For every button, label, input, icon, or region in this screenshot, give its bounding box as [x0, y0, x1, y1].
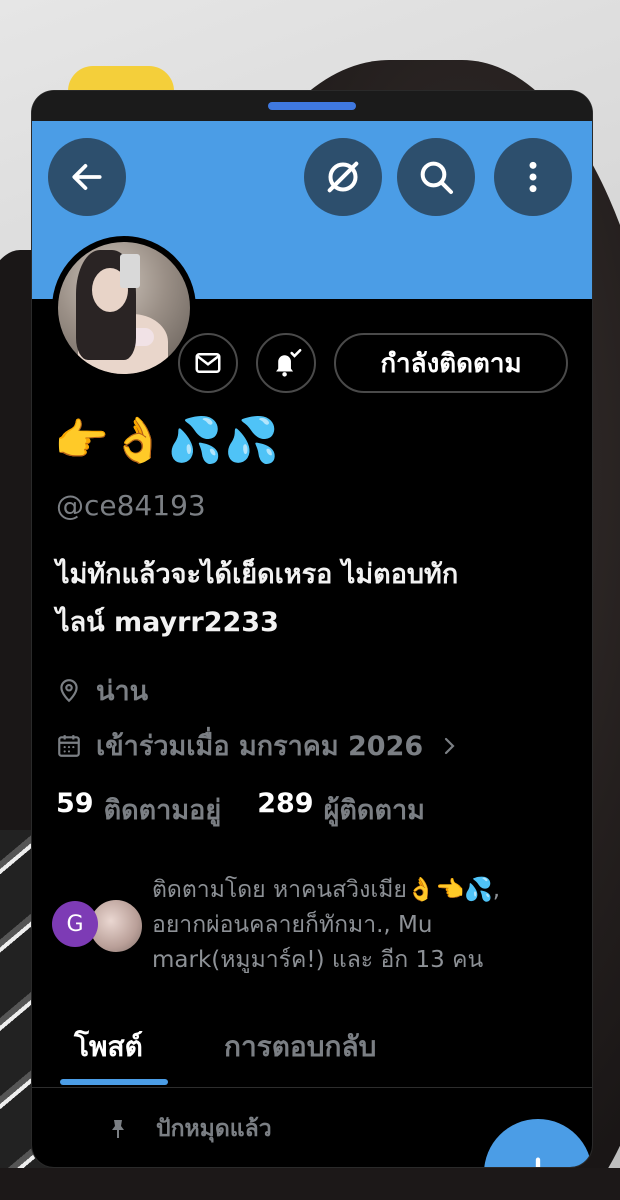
profile-avatar[interactable]	[52, 236, 196, 380]
followers-label: ผู้ติดตาม	[323, 795, 425, 826]
followers-link[interactable]: 289 ผู้ติดตาม	[257, 788, 425, 831]
search-button[interactable]	[397, 138, 475, 216]
tab-posts[interactable]: โพสต์	[74, 1025, 143, 1069]
joined-row[interactable]: เข้าร่วมเมื่อ มกราคม 2026	[56, 724, 475, 767]
pin-icon	[112, 1120, 124, 1138]
bell-check-icon	[276, 348, 302, 377]
follow-counts: 59 ติดตามอยู่ 289 ผู้ติดตาม	[56, 788, 461, 831]
followed-by-text: ติดตามโดย หาคนสวิงเมีย👌👈💦, อยากผ่อนคลายก…	[152, 873, 562, 978]
plus-icon	[535, 1157, 541, 1167]
no-view-icon	[327, 161, 359, 193]
calendar-icon	[58, 734, 80, 757]
username: @ce84193	[56, 489, 206, 522]
back-button[interactable]	[48, 138, 126, 216]
avatar-photo	[58, 242, 190, 374]
location-icon	[60, 678, 78, 702]
compose-button[interactable]	[484, 1119, 592, 1167]
following-count: 59	[56, 788, 94, 819]
more-vertical-icon	[529, 161, 537, 193]
sheet-grabber[interactable]	[32, 91, 592, 121]
search-icon	[420, 161, 453, 194]
followers-count: 289	[257, 788, 314, 819]
joined-text: เข้าร่วมเมื่อ มกราคม 2026	[96, 731, 424, 762]
message-button[interactable]	[178, 333, 238, 393]
active-tab-indicator	[60, 1079, 168, 1085]
bio-line-1: ไม่ทักแล้วจะได้เย็ดเหรอ ไม่ตอบทัก	[56, 559, 459, 590]
back-arrow-icon	[72, 164, 102, 190]
mail-icon	[195, 353, 221, 373]
followed-by-line-3: mark(หมูมาร์ค!) และ อีก 13 คน	[152, 947, 484, 973]
followed-by-line-1: ติดตามโดย หาคนสวิงเมีย👌👈💦,	[152, 877, 501, 903]
location-text: น่าน	[96, 676, 149, 707]
bio: ไม่ทักแล้วจะได้เย็ดเหรอ ไม่ตอบทัก ไลน์ m…	[56, 551, 556, 647]
profile-sheet: กำลังติดตาม 👉👌💦💦 @ce84193 ไม่ทักแล้วจะได…	[32, 91, 592, 1167]
location-row: น่าน	[56, 669, 148, 712]
notifications-button[interactable]	[256, 333, 316, 393]
chevron-right-icon	[445, 737, 455, 754]
pinned-label: ปักหมุดแล้ว	[156, 1116, 272, 1142]
pinned-indicator: ปักหมุดแล้ว	[106, 1111, 272, 1147]
more-button[interactable]	[494, 138, 572, 216]
following-button[interactable]: กำลังติดตาม	[334, 333, 568, 393]
bio-line-2: ไลน์ mayrr2233	[56, 607, 279, 638]
following-label: ติดตามอยู่	[103, 795, 222, 826]
follower-avatar-letter: G	[52, 901, 98, 947]
followed-by[interactable]: G ติดตามโดย หาคนสวิงเมีย👌👈💦, อยากผ่อนคลา…	[50, 873, 560, 983]
following-link[interactable]: 59 ติดตามอยู่	[56, 788, 221, 831]
tab-replies[interactable]: การตอบกลับ	[224, 1025, 376, 1069]
followed-by-line-2: อยากผ่อนคลายก็ทักมา., Mu	[152, 912, 433, 938]
grok-button[interactable]	[304, 138, 382, 216]
profile-tabs: โพสต์ การตอบกลับ	[32, 1009, 592, 1088]
drag-handle[interactable]	[268, 102, 356, 110]
display-name: 👉👌💦💦	[54, 415, 282, 466]
